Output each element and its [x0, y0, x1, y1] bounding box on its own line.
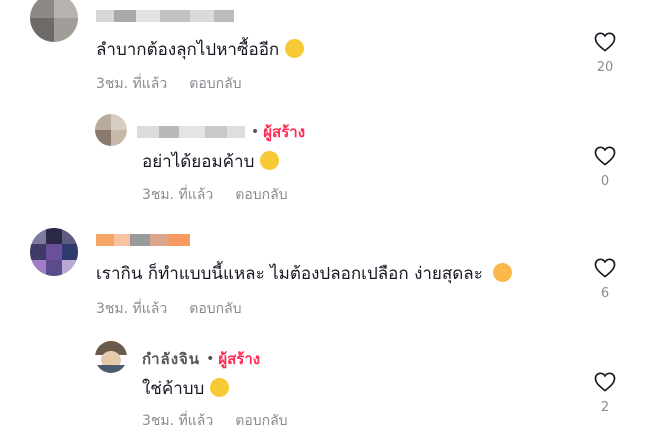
- comment-text: อย่าได้ยอมค้าบ: [142, 148, 280, 175]
- comment-meta: 3ชม. ที่แล้ว ตอบกลับ: [142, 410, 310, 432]
- comment-2-reply: • ผู้สร้าง อย่าได้ยอมค้าบ 3ชม. ที่แล้ว ตอ…: [0, 110, 663, 210]
- avatar[interactable]: [30, 0, 78, 42]
- comment-3: เรากิน ก็ทำแบบนี้แหละ ไมต้องปลอกเปลือก ง…: [0, 220, 663, 330]
- comment-text: ลำบากต้องลุกไปหาซื้ออีก: [96, 36, 305, 63]
- timestamp: 3ชม. ที่แล้ว: [96, 76, 168, 92]
- creator-badge: ผู้สร้าง: [218, 350, 261, 368]
- separator-dot: •: [251, 124, 260, 140]
- comment-1: ลำบากต้องลุกไปหาซื้ออีก 3ชม. ที่แล้ว ตอบก…: [0, 0, 663, 100]
- creator-badge: ผู้สร้าง: [263, 123, 306, 141]
- reply-button[interactable]: ตอบกลับ: [189, 76, 241, 92]
- laughing-tears-emoji: [260, 151, 280, 170]
- comment-text: ใช่ค้าบบ: [142, 375, 230, 402]
- smiling-hearts-emoji: [492, 263, 512, 282]
- timestamp: 3ชม. ที่แล้ว: [142, 187, 214, 203]
- like-count: 0: [600, 174, 610, 189]
- reply-button[interactable]: ตอบกลับ: [235, 413, 287, 429]
- reply-button[interactable]: ตอบกลับ: [235, 187, 287, 203]
- comment-4-reply: กำลังจิน • ผู้สร้าง ใช่ค้าบบ 3ชม. ที่แล้…: [0, 338, 663, 447]
- comment-meta: 3ชม. ที่แล้ว ตอบกลับ: [142, 184, 310, 206]
- username-blurred[interactable]: [96, 232, 190, 248]
- reply-button[interactable]: ตอบกลับ: [189, 301, 241, 317]
- separator-dot: •: [206, 351, 215, 367]
- like-button[interactable]: 20: [585, 32, 625, 75]
- avatar[interactable]: [95, 114, 127, 146]
- username-row: กำลังจิน • ผู้สร้าง: [142, 350, 260, 368]
- username-blurred[interactable]: [96, 8, 234, 24]
- like-count: 6: [600, 286, 610, 301]
- like-count: 20: [596, 60, 614, 75]
- like-button[interactable]: 2: [585, 372, 625, 415]
- username-row: • ผู้สร้าง: [137, 123, 305, 141]
- username-blurred[interactable]: [137, 126, 159, 138]
- heart-icon: [594, 32, 616, 52]
- like-button[interactable]: 0: [585, 146, 625, 189]
- avatar[interactable]: [95, 341, 127, 373]
- laughing-tears-emoji: [285, 39, 305, 58]
- comment-meta: 3ชม. ที่แล้ว ตอบกลับ: [96, 298, 264, 320]
- heart-icon: [594, 372, 616, 392]
- username[interactable]: กำลังจิน: [142, 347, 200, 371]
- avatar[interactable]: [30, 228, 78, 276]
- flushed-emoji: [210, 378, 230, 397]
- comment-meta: 3ชม. ที่แล้ว ตอบกลับ: [96, 73, 264, 95]
- comment-text: เรากิน ก็ทำแบบนี้แหละ ไมต้องปลอกเปลือก ง…: [96, 260, 512, 287]
- heart-icon: [594, 146, 616, 166]
- like-count: 2: [600, 400, 610, 415]
- heart-icon: [594, 258, 616, 278]
- timestamp: 3ชม. ที่แล้ว: [142, 413, 214, 429]
- timestamp: 3ชม. ที่แล้ว: [96, 301, 168, 317]
- like-button[interactable]: 6: [585, 258, 625, 301]
